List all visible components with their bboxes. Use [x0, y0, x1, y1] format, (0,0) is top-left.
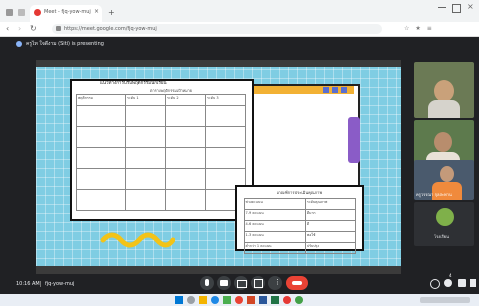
- mic-icon: [205, 279, 209, 286]
- recording-dot-icon: [34, 9, 41, 16]
- system-tray[interactable]: [420, 297, 470, 303]
- edge-icon[interactable]: [211, 296, 219, 304]
- os-taskbar: [0, 294, 479, 306]
- criteria-cell: 7-9 คะแนน: [243, 209, 306, 221]
- excel-icon[interactable]: [271, 296, 279, 304]
- present-button[interactable]: [251, 276, 265, 290]
- participant-tile[interactable]: [414, 62, 474, 118]
- more-icon: ⋮: [274, 278, 281, 286]
- slide-window-titlebar: [237, 86, 354, 94]
- url-field[interactable]: https://meet.google.com/fjq-yow-muj: [52, 24, 382, 34]
- minimize-icon[interactable]: [438, 7, 446, 8]
- info-icon[interactable]: [430, 279, 440, 289]
- criteria-cell: 4-6 คะแนน: [243, 220, 306, 232]
- tab-actions-icon[interactable]: [18, 9, 25, 16]
- meeting-code: fjq-yow-muj: [45, 281, 75, 287]
- window-menu-icon[interactable]: [6, 9, 13, 16]
- search-icon[interactable]: [187, 296, 195, 304]
- table-header: ระดับ 3: [204, 94, 247, 106]
- criteria-header: ระดับคุณภาพ: [304, 198, 356, 210]
- window-min-icon: [323, 87, 329, 93]
- store-icon[interactable]: [223, 296, 231, 304]
- criteria-cell: ปรับปรุง: [304, 242, 356, 254]
- word-icon[interactable]: [259, 296, 267, 304]
- tab-title: Meet - fjq-yow-muj: [44, 9, 91, 15]
- presentation-titlebar: [36, 60, 401, 67]
- new-tab-icon[interactable]: +: [108, 8, 115, 17]
- participant-count: 4: [449, 273, 452, 278]
- powerpoint-icon[interactable]: [247, 296, 255, 304]
- line-icon[interactable]: [295, 296, 303, 304]
- criteria-header: ช่วงคะแนน: [243, 198, 306, 210]
- leave-call-button[interactable]: [286, 276, 308, 290]
- back-icon[interactable]: ‹: [6, 24, 9, 33]
- participant-tile[interactable]: ครูวรรณา กุลสะพาน: [414, 160, 474, 200]
- table-row: 1-3 คะแนน พอใช้: [243, 231, 356, 243]
- table-row: 4-6 คะแนน ดี: [243, 220, 356, 232]
- participant-tile[interactable]: โรงเรียน: [414, 202, 474, 246]
- more-options-button[interactable]: ⋮: [268, 276, 282, 290]
- camera-icon: [220, 280, 228, 286]
- toolbar-icons[interactable]: ☆★≡: [404, 25, 464, 33]
- browser-tab[interactable]: Meet - fjq-yow-muj ×: [30, 5, 102, 22]
- quality-criteria-card: เกณฑ์การประเมินคุณภาพ ช่วงคะแนน ระดับคุณ…: [235, 185, 364, 254]
- criteria-cell: พอใช้: [304, 231, 356, 243]
- table-row: ต่ำกว่า 1 คะแนน ปรับปรุง: [243, 242, 356, 254]
- window-max-icon: [332, 87, 338, 93]
- forward-icon[interactable]: ›: [18, 24, 21, 33]
- file-explorer-icon[interactable]: [199, 296, 207, 304]
- presenting-banner: ครูไท ใจดีงาม (Siti) is presenting: [0, 37, 479, 51]
- chrome-icon[interactable]: [235, 296, 243, 304]
- wave-decoration: [100, 232, 175, 248]
- lock-icon: [56, 26, 61, 31]
- close-window-icon[interactable]: ×: [467, 2, 474, 11]
- participant-body: [428, 100, 460, 118]
- hang-up-icon: [292, 281, 302, 285]
- participant-name: ครูวรรณา กุลสะพาน: [416, 192, 452, 197]
- table-header: ระดับ 2: [165, 94, 206, 106]
- start-icon[interactable]: [175, 296, 183, 304]
- participant-face: [434, 132, 452, 152]
- slide-side-tabs: [348, 117, 360, 163]
- participant-face: [440, 166, 454, 182]
- presenter-avatar: [16, 41, 22, 47]
- criteria-title: เกณฑ์การประเมินคุณภาพ: [276, 190, 323, 195]
- chat-icon[interactable]: [458, 279, 466, 287]
- presentation-statusbar: [36, 266, 401, 274]
- participant-face: [434, 80, 454, 102]
- criteria-cell: ดี: [304, 220, 356, 232]
- people-icon[interactable]: [444, 279, 452, 287]
- meeting-time: 10:16 AM: [16, 281, 40, 287]
- table-row: 7-9 คะแนน ดีมาก: [243, 209, 356, 221]
- activities-icon[interactable]: [470, 279, 476, 287]
- reload-icon[interactable]: ↻: [30, 24, 37, 33]
- criteria-cell: ดีมาก: [304, 209, 356, 221]
- maximize-icon[interactable]: [452, 4, 461, 13]
- tab-close-icon[interactable]: ×: [94, 8, 99, 15]
- mic-button[interactable]: [200, 276, 214, 290]
- captions-icon: [237, 280, 247, 288]
- participant-name: โรงเรียน: [434, 234, 449, 239]
- window-close-icon: [341, 87, 347, 93]
- camera-button[interactable]: [217, 276, 231, 290]
- captions-button[interactable]: [234, 276, 248, 290]
- school-logo: [436, 208, 454, 226]
- present-icon: [254, 279, 263, 288]
- doc-title: แนวทางการปรับพฤติกรรมนักเรียน: [100, 81, 167, 86]
- url-text: https://meet.google.com/fjq-yow-muj: [64, 26, 157, 32]
- table-header: ระดับ 1: [125, 94, 166, 106]
- behavior-table: พฤติกรรม ระดับ 1 ระดับ 2 ระดับ 3: [75, 94, 247, 214]
- presenting-text: ครูไท ใจดีงาม (Siti) is presenting: [26, 41, 104, 47]
- divider: [40, 281, 41, 287]
- criteria-cell: ต่ำกว่า 1 คะแนน: [243, 242, 306, 254]
- criteria-cell: 1-3 คะแนน: [243, 231, 306, 243]
- criteria-table: ช่วงคะแนน ระดับคุณภาพ 7-9 คะแนน ดีมาก 4-6…: [243, 198, 356, 254]
- table-header: พฤติกรรม: [75, 94, 127, 106]
- media-icon[interactable]: [283, 296, 291, 304]
